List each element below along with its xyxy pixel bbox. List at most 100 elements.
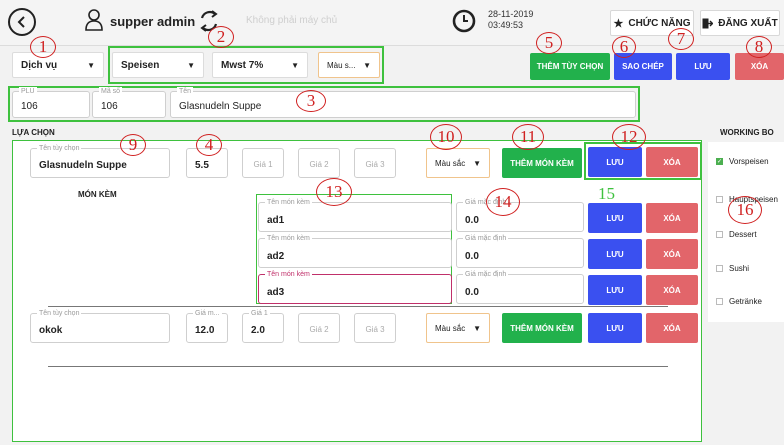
annotation-3: 3 [296,90,326,112]
user-name: supper admin [110,14,196,29]
category-item[interactable]: Sushi [716,264,749,273]
add-side-dish-button[interactable]: THÊM MÓN KÈM [502,148,582,178]
plu-label: PLU [19,87,37,96]
option-delete-button[interactable]: XÓA [646,313,698,343]
connection-status: Không phải máy chủ [246,15,338,26]
user-icon [85,9,103,31]
annotation-16: 16 [728,196,762,224]
annotation-6: 6 [612,36,636,58]
save-button[interactable]: LƯU [676,53,730,80]
side-dish-name-label: Tên món kèm [265,270,312,279]
annotation-9: 9 [120,134,146,156]
back-button[interactable] [8,8,36,36]
side-dish-save-button[interactable]: LƯU [588,275,642,305]
annotation-7: 7 [668,28,694,50]
chevron-down-icon: ▼ [87,60,95,70]
price3-placeholder: Giá 3 [365,325,385,334]
color-select[interactable]: Màu s... ▼ [318,52,380,78]
plu-value: 106 [21,101,38,112]
side-dish-name-field[interactable]: Tên món kèm ad3 [258,270,452,304]
side-dish-name-label: Tên món kèm [265,198,312,207]
side-dish-price-field[interactable]: Giá mặc định 0.0 [456,198,584,232]
option-save-button[interactable]: LƯU [588,313,642,343]
tax-value: Mwst 7% [221,59,264,71]
side-dish-name-field[interactable]: Tên món kèm ad2 [258,234,452,268]
option-name-field[interactable]: Tên tùy chọn Glasnudeln Suppe [30,144,170,178]
category-label: Getränke [729,297,762,306]
side-dish-name-value: ad3 [267,287,285,298]
category-item[interactable]: ✓ Vorspeisen [716,157,769,166]
checkbox[interactable] [716,265,723,272]
product-name-value: Glasnudeln Suppe [179,101,262,112]
option-color-select[interactable]: Màu sắc ▼ [426,148,490,178]
logout-icon [702,18,714,28]
divider [48,366,668,367]
option-name-label: Tên tùy chọn [37,144,82,153]
price2-field[interactable]: Giá 2 [298,148,340,178]
annotation-14: 14 [486,188,520,216]
checkbox-checked[interactable]: ✓ [716,158,723,165]
price1-field[interactable]: Giá 1 [242,148,284,178]
side-dish-name-field[interactable]: Tên món kèm ad1 [258,198,452,232]
side-dish-delete-button[interactable]: XÓA [646,239,698,269]
function-label: CHỨC NĂNG [628,17,691,29]
clock-icon [452,9,476,33]
logout-button[interactable]: ĐĂNG XUẤT [700,10,780,36]
side-dish-save-button[interactable]: LƯU [588,203,642,233]
category-label: Sushi [729,264,750,273]
chevron-left-icon [17,16,25,28]
annotation-12: 12 [612,124,646,150]
add-side-dish-button[interactable]: THÊM MÓN KÈM [502,313,582,343]
options-section-title: LỰA CHỌN [12,128,55,137]
code-field[interactable]: Mã số 106 [92,87,166,118]
category-item[interactable]: Dessert [716,230,757,239]
logout-label: ĐĂNG XUẤT [718,17,778,29]
option-price-value: 5.5 [195,160,209,171]
checkbox[interactable] [716,231,723,238]
price1-value: 2.0 [251,325,265,336]
option-save-button[interactable]: LƯU [588,147,642,177]
side-dish-name-value: ad2 [267,251,285,262]
option-name-field[interactable]: Tên tùy chọn okok [30,309,170,343]
side-dish-name-label: Tên món kèm [265,234,312,243]
price2-field[interactable]: Giá 2 [298,313,340,343]
option-delete-button[interactable]: XÓA [646,147,698,177]
side-dish-price-label: Giá mặc định [463,270,509,279]
annotation-10: 10 [430,124,462,150]
option-name-label: Tên tùy chọn [37,309,82,318]
checkbox[interactable] [716,298,723,305]
side-dish-price-value: 0.0 [465,287,479,298]
price1-field[interactable]: Giá 1 2.0 [242,309,284,343]
price1-label: Giá 1 [249,309,270,318]
checkbox[interactable] [716,196,723,203]
price2-placeholder: Giá 2 [309,325,329,334]
option-name-value: Glasnudeln Suppe [39,160,127,171]
category-select[interactable]: Dịch vụ ▼ [12,52,104,78]
option-name-value: okok [39,325,63,336]
chevron-down-icon: ▼ [473,158,481,168]
option-price-field[interactable]: Giá m... 12.0 [186,309,228,343]
divider [48,306,668,307]
price1-placeholder: Giá 1 [253,160,273,169]
side-dish-save-button[interactable]: LƯU [588,239,642,269]
product-name-field[interactable]: Tên Glasnudeln Suppe [170,87,636,118]
option-color-select[interactable]: Màu sắc ▼ [426,313,490,343]
side-dish-delete-button[interactable]: XÓA [646,275,698,305]
side-dish-price-value: 0.0 [465,215,479,226]
side-dish-price-field[interactable]: Giá mặc định 0.0 [456,270,584,304]
category-value: Dịch vụ [21,59,58,71]
plu-field[interactable]: PLU 106 [12,87,90,118]
annotation-1: 1 [30,36,56,58]
side-dishes-title: MÓN KÈM [78,190,117,199]
add-option-button[interactable]: THÊM TÙY CHỌN [530,53,610,80]
price3-field[interactable]: Giá 3 [354,313,396,343]
color-value: Màu s... [327,60,356,70]
category-item[interactable]: Getränke [716,297,762,306]
tax-select[interactable]: Mwst 7% ▼ [212,52,308,78]
category-label: Vorspeisen [729,157,769,166]
price3-field[interactable]: Giá 3 [354,148,396,178]
side-dish-delete-button[interactable]: XÓA [646,203,698,233]
type-select[interactable]: Speisen ▼ [112,52,204,78]
side-dish-price-field[interactable]: Giá mặc định 0.0 [456,234,584,268]
option-price-label: Giá m... [193,309,222,318]
